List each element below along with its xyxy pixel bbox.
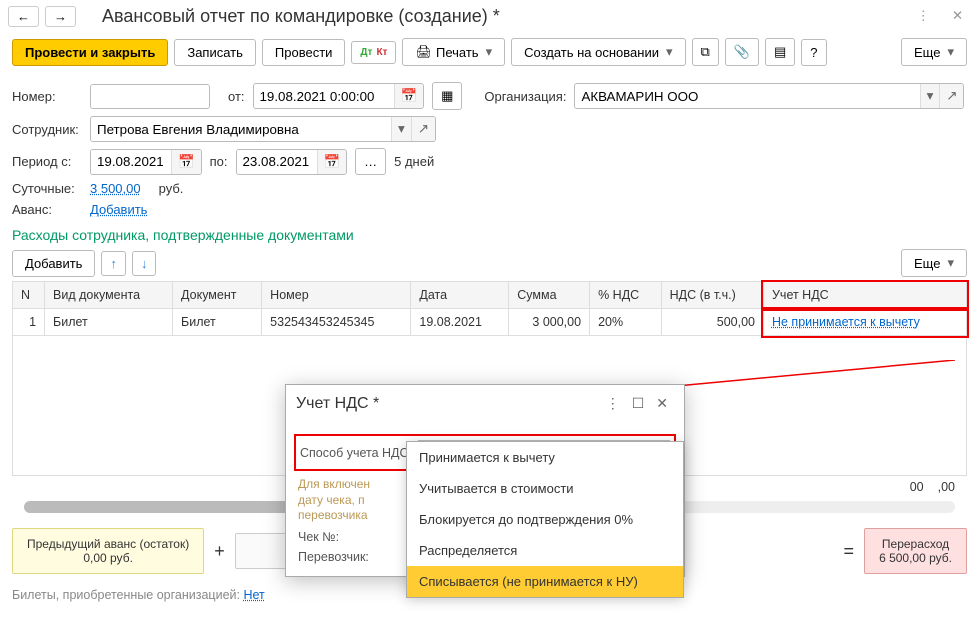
- col-vat-amt: НДС (в т.ч.): [661, 282, 763, 309]
- dialog-close-icon[interactable]: ✕: [650, 393, 674, 414]
- tickets-label: Билеты, приобретенные организацией:: [12, 588, 240, 602]
- move-up-button[interactable]: ↑: [101, 251, 126, 276]
- prev-advance-box: Предыдущий аванс (остаток) 0,00 руб.: [12, 528, 204, 574]
- perdiem-unit: руб.: [159, 181, 184, 196]
- col-doc-type: Вид документа: [45, 282, 173, 309]
- calendar-icon[interactable]: 📅: [317, 150, 347, 174]
- days-value: 5 дней: [394, 154, 434, 169]
- employee-label: Сотрудник:: [12, 122, 82, 137]
- employee-select[interactable]: ▾ ↗: [90, 116, 436, 142]
- advance-label: Аванс:: [12, 202, 82, 217]
- vat-accounting-link[interactable]: Не принимается к вычету: [772, 315, 920, 329]
- dialog-more-icon[interactable]: ⋮: [600, 393, 626, 414]
- table-row[interactable]: 1 Билет Билет 532543453245345 19.08.2021…: [13, 309, 967, 336]
- check-number-label: Чек №:: [298, 530, 339, 544]
- arrow-down-icon: ↓: [141, 256, 148, 271]
- carrier-label: Перевозчик:: [298, 550, 369, 564]
- help-button[interactable]: ?: [801, 39, 826, 66]
- chevron-down-icon: [483, 44, 493, 60]
- print-button[interactable]: 🖨 Печать: [402, 38, 505, 66]
- col-vat-acc: Учет НДС: [763, 282, 966, 309]
- tickets-link[interactable]: Нет: [243, 588, 264, 602]
- more-button[interactable]: Еще: [901, 38, 967, 66]
- dropdown-option[interactable]: Учитывается в стоимости: [407, 473, 683, 504]
- date-dotted-icon[interactable]: ▦: [432, 82, 462, 110]
- perdiem-label: Суточные:: [12, 181, 82, 196]
- org-select[interactable]: ▾ ↗: [574, 83, 964, 109]
- chevron-down-icon: [663, 44, 673, 60]
- attachments-icon[interactable]: 📎: [725, 38, 759, 66]
- nav-back-button[interactable]: ←: [8, 6, 39, 27]
- post-and-close-button[interactable]: Провести и закрыть: [12, 39, 168, 66]
- chevron-down-icon: [944, 44, 954, 60]
- table-more-button[interactable]: Еще: [901, 249, 967, 277]
- period-to-label: по:: [210, 154, 228, 169]
- add-row-button[interactable]: Добавить: [12, 250, 95, 277]
- dropdown-option-selected[interactable]: Списывается (не принимается к НУ): [407, 566, 683, 597]
- col-doc: Документ: [173, 282, 262, 309]
- save-button[interactable]: Записать: [174, 39, 256, 66]
- move-down-button[interactable]: ↓: [132, 251, 157, 276]
- col-vat-pct: % НДС: [590, 282, 662, 309]
- nav-forward-button[interactable]: →: [45, 6, 76, 27]
- dropdown-icon[interactable]: ▾: [920, 84, 940, 108]
- window-title: Авансовый отчет по командировке (создани…: [102, 6, 903, 27]
- dialog-maximize-icon[interactable]: ☐: [626, 393, 651, 414]
- period-from-label: Период с:: [12, 154, 82, 169]
- period-from-input[interactable]: 📅: [90, 149, 202, 175]
- perdiem-link[interactable]: 3 500,00: [90, 181, 141, 196]
- period-to-input[interactable]: 📅: [236, 149, 348, 175]
- calendar-icon[interactable]: 📅: [394, 84, 424, 108]
- number-input[interactable]: [90, 84, 210, 109]
- col-n: N: [13, 282, 45, 309]
- dropdown-option[interactable]: Блокируется до подтверждения 0%: [407, 504, 683, 535]
- vat-method-dropdown: Принимается к вычету Учитывается в стоим…: [406, 441, 684, 598]
- col-num: Номер: [262, 282, 411, 309]
- from-label: от:: [228, 89, 245, 104]
- dropdown-option[interactable]: Распределяется: [407, 535, 683, 566]
- overspend-box: Перерасход 6 500,00 руб.: [864, 528, 967, 574]
- expenses-section-title: Расходы сотрудника, подтвержденные докум…: [12, 227, 967, 243]
- expenses-table: N Вид документа Документ Номер Дата Сумм…: [12, 281, 967, 336]
- advance-add-link[interactable]: Добавить: [90, 202, 147, 217]
- more-vertical-icon[interactable]: ⋮: [909, 4, 938, 28]
- dropdown-icon[interactable]: ▾: [391, 117, 411, 141]
- report-icon[interactable]: ▤: [765, 38, 795, 66]
- arrow-up-icon: ↑: [110, 256, 117, 271]
- open-ref-icon[interactable]: ↗: [411, 117, 435, 141]
- col-sum: Сумма: [509, 282, 590, 309]
- vat-method-label: Способ учета НДС:: [300, 446, 412, 460]
- calendar-icon[interactable]: 📅: [171, 150, 201, 174]
- equals-icon: =: [840, 541, 859, 562]
- dialog-title: Учет НДС *: [296, 395, 600, 413]
- related-docs-icon[interactable]: ⧉: [692, 38, 719, 66]
- printer-icon: 🖨: [415, 44, 432, 60]
- vat-accounting-dialog: Учет НДС * ⋮ ☐ ✕ Способ учета НДС: Списы…: [285, 384, 685, 577]
- chevron-down-icon: [944, 255, 954, 271]
- close-window-icon[interactable]: ✕: [944, 4, 971, 28]
- org-label: Организация:: [484, 89, 566, 104]
- col-date: Дата: [411, 282, 509, 309]
- post-button[interactable]: Провести: [262, 39, 346, 66]
- period-pick-button[interactable]: …: [355, 148, 386, 175]
- dtkt-button[interactable]: ДтКт: [351, 41, 396, 64]
- date-input[interactable]: 📅: [253, 83, 425, 109]
- dropdown-option[interactable]: Принимается к вычету: [407, 442, 683, 473]
- plus-icon: +: [210, 541, 229, 562]
- open-ref-icon[interactable]: ↗: [939, 84, 963, 108]
- number-label: Номер:: [12, 89, 82, 104]
- create-based-button[interactable]: Создать на основании: [511, 38, 685, 66]
